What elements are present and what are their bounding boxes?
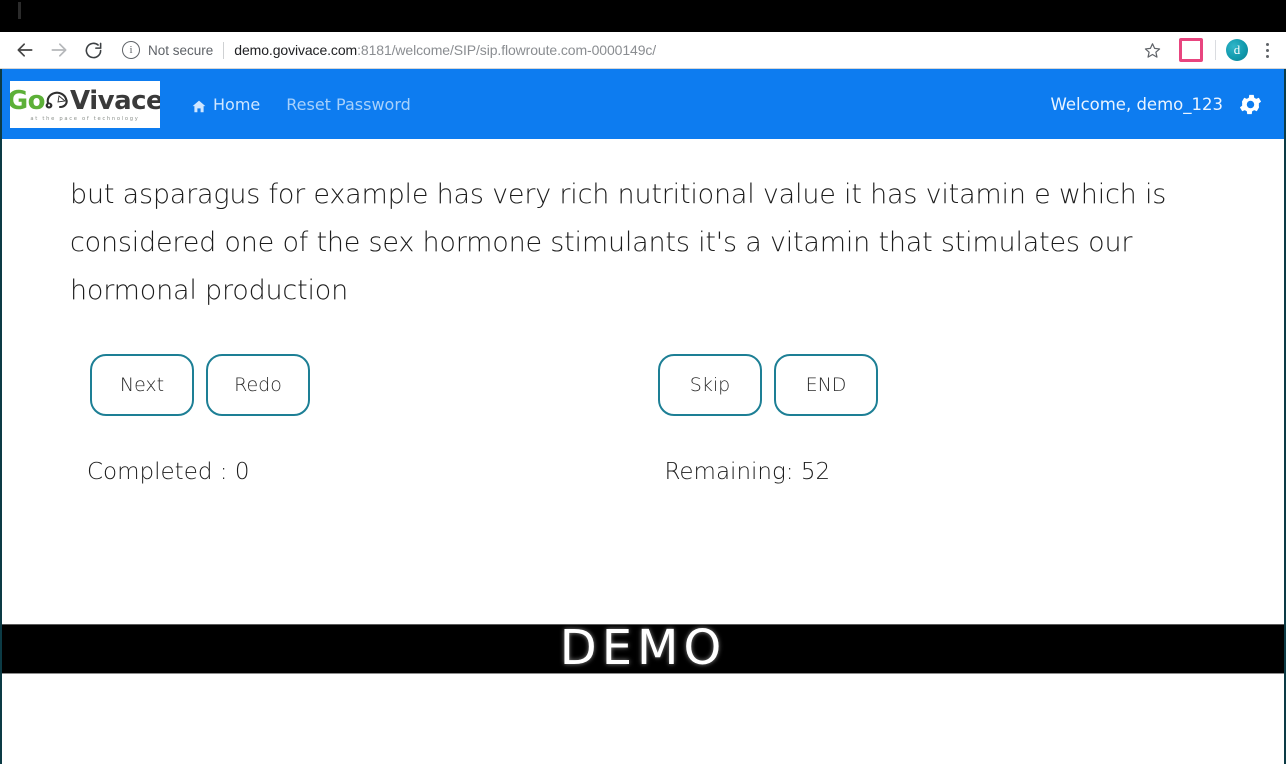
app-nav-links: Home Reset Password [192,95,411,114]
forward-arrow-icon[interactable] [42,33,76,67]
nav-item-reset-password[interactable]: Reset Password [286,95,411,114]
screen: i Not secure demo.govivace.com:8181/welc… [0,0,1286,764]
bookmark-star-icon[interactable] [1137,35,1167,65]
nav-item-home-label: Home [213,94,261,114]
reload-icon[interactable] [76,33,110,67]
demo-watermark-text: DEMO [559,620,727,676]
end-button[interactable]: END [774,354,878,416]
omnibox-divider [223,41,225,59]
logo-go-text: Go [10,85,46,116]
address-bar[interactable]: i Not secure demo.govivace.com:8181/welc… [116,37,1129,63]
toolbar-divider [1215,40,1216,60]
skip-button[interactable]: Skip [658,354,762,416]
page-viewport: Go Vivace at the pace of technology Home… [0,69,1286,764]
app-navbar-right: Welcome, demo_123 [1050,91,1272,118]
title-bar-marker [18,2,21,19]
welcome-label: Welcome, demo_123 [1050,94,1223,114]
remaining-count: Remaining: 52 [664,459,831,485]
transcript-text: but asparagus for example has very rich … [70,179,1167,306]
logo-tagline: at the pace of technology [30,115,140,122]
next-button[interactable]: Next [90,354,194,416]
app-navbar: Go Vivace at the pace of technology Home… [2,69,1284,139]
nav-item-reset-password-label: Reset Password [286,94,411,114]
toolbar-right-actions: d [1137,35,1280,65]
action-button-row: Next Redo Skip END [2,353,1284,417]
three-dot-menu-icon[interactable] [1254,37,1280,63]
logo-wordmark: Go Vivace [10,88,160,114]
logo-headset-icon [45,90,71,112]
site-info-icon[interactable]: i [122,41,140,59]
nav-item-home[interactable]: Home [192,95,260,114]
demo-watermark-bar: DEMO [2,624,1284,674]
url-text: demo.govivace.com:8181/welcome/SIP/sip.f… [234,42,656,58]
security-label: Not secure [148,42,214,58]
page-content: but asparagus for example has very rich … [2,139,1284,485]
back-arrow-icon[interactable] [8,33,42,67]
avatar[interactable]: d [1226,39,1248,61]
govivace-logo[interactable]: Go Vivace at the pace of technology [10,80,160,128]
redo-button[interactable]: Redo [206,354,310,416]
browser-title-bar [0,0,1286,32]
home-icon [192,98,206,112]
completed-count: Completed : 0 [87,459,250,485]
extension-icon[interactable] [1179,38,1203,62]
url-path: :8181/welcome/SIP/sip.flowroute.com-0000… [357,42,657,58]
url-host: demo.govivace.com [234,42,358,58]
status-row: Completed : 0 Remaining: 52 [2,459,1284,485]
gear-icon[interactable] [1237,91,1264,118]
logo-vivace-text: Vivace [70,85,160,116]
browser-toolbar: i Not secure demo.govivace.com:8181/welc… [0,32,1286,69]
